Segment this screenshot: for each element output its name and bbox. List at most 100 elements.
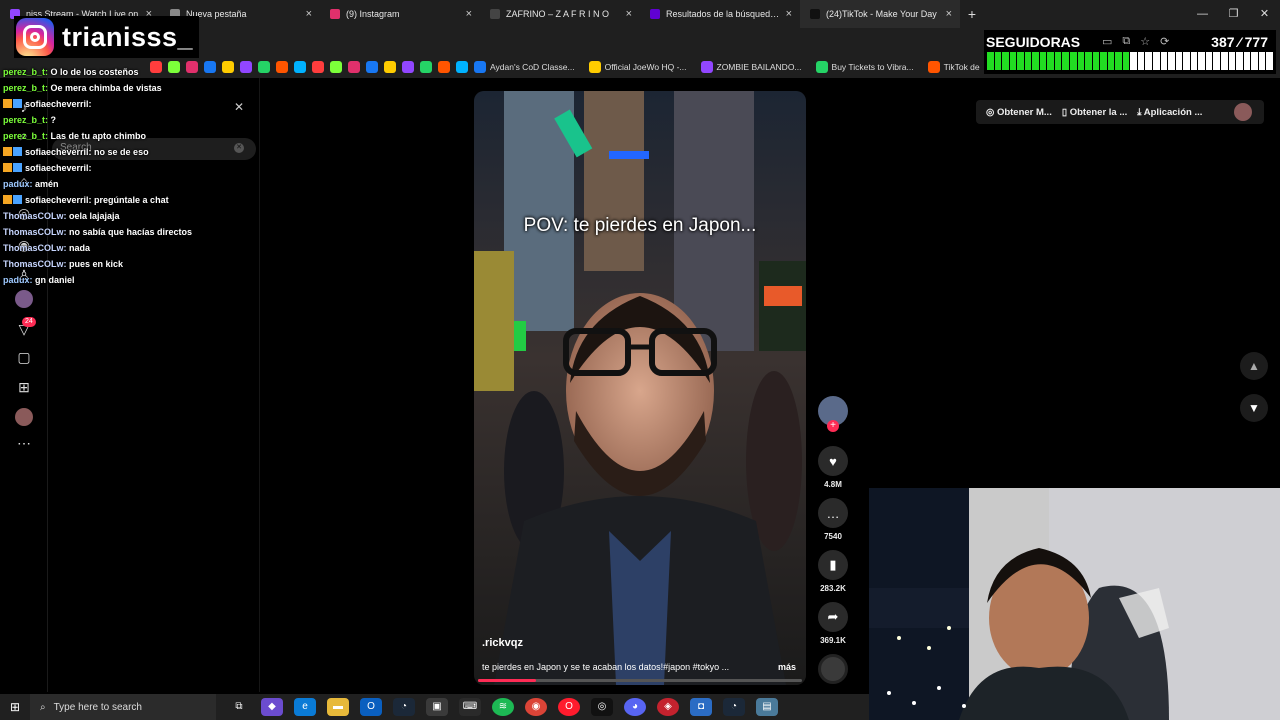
chat-username: ThomasCOLw <box>3 243 64 253</box>
comment-button[interactable]: … 7540 <box>812 498 854 541</box>
video-description-text: te pierdes en Japon y se te acaban los d… <box>482 662 730 672</box>
outlook-icon[interactable]: O <box>360 698 382 716</box>
bookmark-favicon-icon[interactable] <box>276 61 288 73</box>
follow-plus-icon[interactable]: + <box>827 420 839 432</box>
video-author[interactable]: .rickvqz <box>482 637 523 649</box>
close-window-button[interactable]: ✕ <box>1249 0 1280 28</box>
restore-button[interactable]: ❐ <box>1218 0 1249 28</box>
taskbar-search-input[interactable]: ⌕ Type here to search <box>30 694 216 720</box>
app-icon-blue[interactable]: ▤ <box>756 698 778 716</box>
heart-icon: ♥ <box>818 446 848 476</box>
close-tab-icon[interactable]: × <box>626 8 632 20</box>
shield-icon[interactable]: ◘ <box>690 698 712 716</box>
creator-avatar[interactable]: + <box>812 396 854 432</box>
chat-text: no sabía que hacías directos <box>69 227 193 237</box>
bookmark-favicon-icon[interactable] <box>312 61 324 73</box>
toolbar-icons: ▭ ⧉ ☆ ⟳ <box>1102 35 1169 48</box>
like-button[interactable]: ♥ 4.8M <box>812 446 854 489</box>
music-disc-icon <box>818 654 848 684</box>
video-progress-bar[interactable] <box>478 679 802 682</box>
close-tab-icon[interactable]: × <box>306 8 312 20</box>
bookmark-favicon-icon[interactable] <box>294 61 306 73</box>
copilot-icon[interactable]: ◆ <box>261 698 283 716</box>
bookmark-item[interactable]: Aydan's CoD Classe... <box>474 61 575 73</box>
share-count: 369.1K <box>820 636 846 645</box>
messages-icon[interactable]: ▢ <box>15 348 33 366</box>
app-icon-red[interactable]: ◈ <box>657 698 679 716</box>
browser-tab[interactable]: (9) Instagram × <box>320 0 480 28</box>
chat-separator: : <box>88 163 92 173</box>
file-explorer-icon[interactable]: ▬ <box>327 698 349 716</box>
bookmark-favicon-icon[interactable] <box>330 61 342 73</box>
progress-segment <box>1062 52 1070 70</box>
steam-icon[interactable]: ◔ <box>393 698 415 716</box>
tiktok-video[interactable]: POV: te pierdes en Japon... .rickvqz te … <box>474 91 806 685</box>
progress-segment <box>987 52 994 70</box>
chrome-icon[interactable]: ◉ <box>525 698 547 716</box>
chat-message: padux: gn daniel <box>3 272 263 288</box>
store-icon[interactable]: ▣ <box>426 698 448 716</box>
progress-segment <box>1266 52 1273 70</box>
browser-tab[interactable]: (24)TikTok - Make Your Day × <box>800 0 960 28</box>
browser-tab[interactable]: Resultados de la búsqueda de × <box>640 0 800 28</box>
bookmark-favicon-icon[interactable] <box>384 61 396 73</box>
windows-start-icon[interactable]: ⊞ <box>0 700 30 714</box>
profile-avatar[interactable] <box>15 290 33 308</box>
progress-segment <box>1228 52 1236 70</box>
bookmark-label: Buy Tickets to Vibra... <box>831 62 914 72</box>
bookmark-item[interactable]: Buy Tickets to Vibra... <box>815 61 914 73</box>
chat-text: amén <box>35 179 59 189</box>
user-avatar[interactable] <box>15 408 33 426</box>
screen: niss Stream - Watch Live on × Nueva pestañ… <box>0 0 1280 720</box>
previous-video-button[interactable]: ▲ <box>1240 352 1268 380</box>
get-app-button[interactable]: ▯ Obtener la ... <box>1062 107 1127 118</box>
browser-tab[interactable]: ZAFRINO – Z A F R I N O × <box>480 0 640 28</box>
profile-avatar-top[interactable] <box>1234 103 1252 121</box>
edge-icon[interactable]: e <box>294 698 316 716</box>
bookmark-favicon-icon[interactable] <box>402 61 414 73</box>
upload-icon[interactable]: ⊞ <box>15 378 33 396</box>
video-caption: POV: te pierdes en Japon... <box>523 215 757 236</box>
comment-count: 7540 <box>824 532 842 541</box>
steam-icon-2[interactable]: ◔ <box>723 698 745 716</box>
bookmark-item[interactable]: ZOMBIE BAILANDO... <box>700 61 802 73</box>
progress-segment <box>1024 52 1032 70</box>
more-button[interactable]: más <box>778 662 796 672</box>
bookmark-label: Official JoeWo HQ -... <box>604 62 687 72</box>
close-tab-icon[interactable]: × <box>466 8 472 20</box>
share-button[interactable]: ➦ 369.1K <box>812 602 854 645</box>
chat-text: nada <box>69 243 91 253</box>
close-tab-icon[interactable]: × <box>946 8 952 20</box>
desktop-app-button[interactable]: ⤓ Aplicación ... <box>1137 107 1202 118</box>
discord-icon[interactable]: ◕ <box>624 698 646 716</box>
video-frame <box>474 91 806 685</box>
obs-icon[interactable]: ◎ <box>591 698 613 716</box>
bookmark-item[interactable]: Official JoeWo HQ -... <box>588 61 687 73</box>
get-coins-button[interactable]: ◎ Obtener M... <box>986 107 1052 118</box>
keyboard-icon[interactable]: ⌨ <box>459 698 481 716</box>
music-disc[interactable] <box>812 654 854 684</box>
chat-message: perez_b_t: Las de tu apto chimbo <box>3 128 263 144</box>
star-icon[interactable]: ☆ <box>1140 35 1150 48</box>
bookmark-favicon-icon[interactable] <box>366 61 378 73</box>
bookmark-item[interactable]: TikTok de <box>927 61 980 73</box>
bookmark-favicon-icon[interactable] <box>438 61 450 73</box>
more-icon[interactable]: ⋯ <box>15 434 33 452</box>
bookmark-favicon-icon[interactable] <box>420 61 432 73</box>
minimize-button[interactable]: — <box>1187 0 1218 28</box>
task-view-icon[interactable]: ⧉ <box>228 698 250 716</box>
cast-icon[interactable]: ▭ <box>1102 35 1112 48</box>
bookmark-favicon-icon[interactable] <box>456 61 468 73</box>
opera-icon[interactable]: O <box>558 698 580 716</box>
translate-icon[interactable]: ⧉ <box>1122 35 1130 48</box>
next-video-button[interactable]: ▼ <box>1240 394 1268 422</box>
save-button[interactable]: ▮ 283.2K <box>812 550 854 593</box>
spotify-icon[interactable]: ≋ <box>492 698 514 716</box>
instagram-handle: trianisss_ <box>62 21 194 52</box>
tab-title: Resultados de la búsqueda de <box>666 9 780 19</box>
close-tab-icon[interactable]: × <box>786 8 792 20</box>
tab-title: ZAFRINO – Z A F R I N O <box>506 9 610 19</box>
extensions-icon[interactable]: ⟳ <box>1160 35 1169 48</box>
new-tab-button[interactable]: + <box>960 6 984 22</box>
bookmark-favicon-icon[interactable] <box>348 61 360 73</box>
